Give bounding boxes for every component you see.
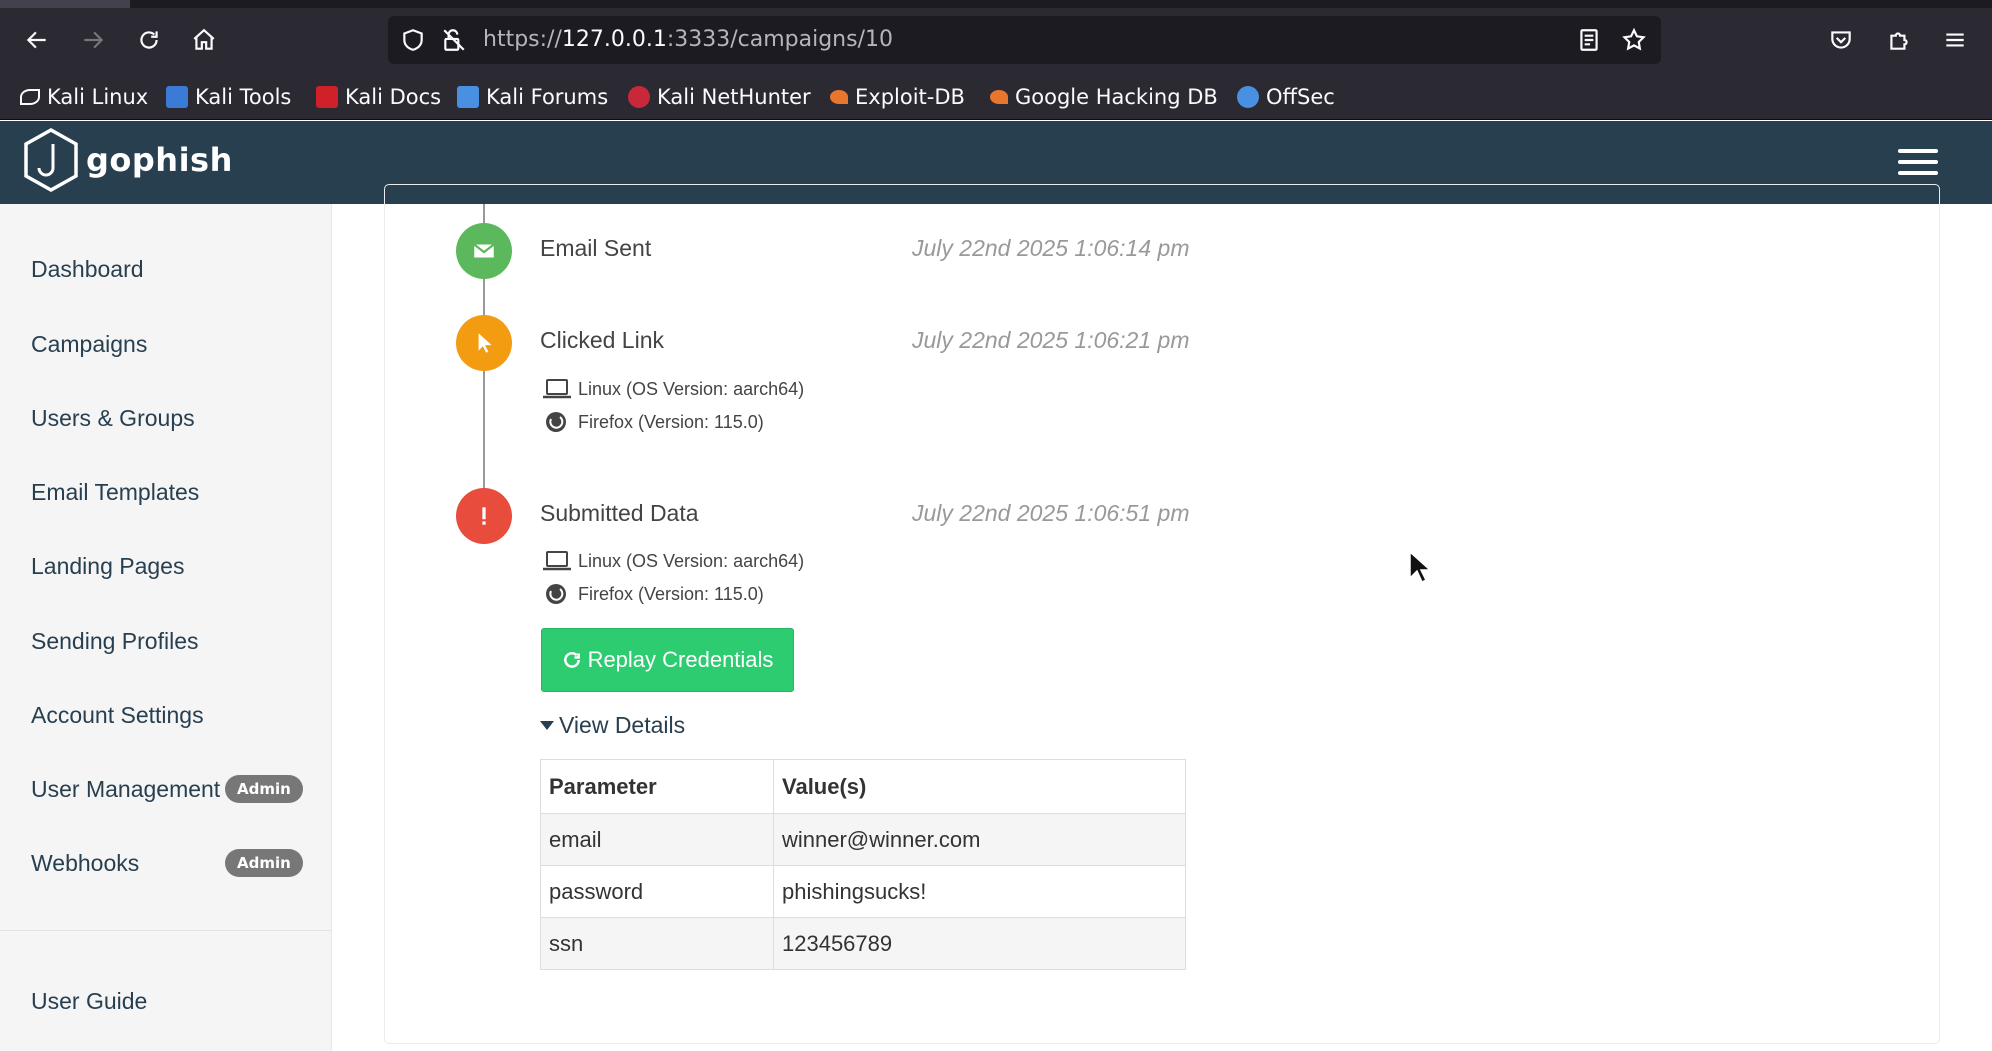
- brand-name[interactable]: gophish: [86, 141, 233, 179]
- event-os-detail: Linux (OS Version: aarch64): [542, 376, 804, 402]
- browser-toolbar: https://127.0.0.1:3333/campaigns/10: [0, 8, 1992, 74]
- reload-button[interactable]: [129, 20, 169, 60]
- reader-view-icon[interactable]: [1576, 27, 1602, 53]
- kali-tools-icon: [166, 86, 188, 108]
- gophish-logo-icon[interactable]: [22, 127, 80, 193]
- kali-docs-icon: [316, 86, 338, 108]
- url-text[interactable]: https://127.0.0.1:3333/campaigns/10: [483, 16, 893, 64]
- table-row: ssn 123456789: [540, 917, 1186, 970]
- firefox-icon: [546, 412, 566, 432]
- shield-icon[interactable]: [400, 27, 426, 53]
- sidebar-divider: [0, 930, 332, 931]
- bookmark-exploit-db[interactable]: Exploit-DB: [830, 82, 965, 112]
- bookmark-google-hacking-db[interactable]: Google Hacking DB: [990, 82, 1218, 112]
- caret-down-icon: [540, 720, 554, 730]
- table-row: password phishingsucks!: [540, 865, 1186, 918]
- kali-dragon-icon: [20, 89, 40, 105]
- home-icon: [193, 28, 215, 50]
- replay-credentials-button[interactable]: Replay Credentials: [541, 628, 794, 692]
- bookmark-kali-forums[interactable]: Kali Forums: [457, 82, 608, 112]
- event-timestamp: July 22nd 2025 1:06:21 pm: [912, 327, 1190, 353]
- back-button[interactable]: [17, 20, 57, 60]
- envelope-icon: [456, 223, 512, 279]
- exclamation-icon: [456, 488, 512, 544]
- nethunter-icon: [628, 86, 650, 108]
- bookmark-kali-nethunter[interactable]: Kali NetHunter: [628, 82, 811, 112]
- sidebar-item-user-guide[interactable]: User Guide: [31, 981, 147, 1021]
- app-menu-button[interactable]: [1935, 20, 1975, 60]
- puzzle-icon: [1890, 32, 1908, 50]
- event-timestamp: July 22nd 2025 1:06:14 pm: [912, 235, 1190, 261]
- table-row: email winner@winner.com: [540, 813, 1186, 866]
- mouse-cursor-icon: [1409, 550, 1432, 584]
- param-name: ssn: [540, 917, 774, 970]
- offsec-icon: [1237, 86, 1259, 108]
- admin-badge: Admin: [225, 775, 303, 803]
- tab-strip: [0, 0, 1992, 8]
- pointer-icon: [456, 315, 512, 371]
- sidebar-item-sending-profiles[interactable]: Sending Profiles: [31, 621, 199, 661]
- kali-forums-icon: [457, 86, 479, 108]
- home-button[interactable]: [184, 20, 224, 60]
- event-timestamp: July 22nd 2025 1:06:51 pm: [912, 500, 1190, 526]
- param-name: email: [540, 813, 774, 866]
- param-value: winner@winner.com: [773, 813, 1186, 866]
- bookmark-kali-tools[interactable]: Kali Tools: [166, 82, 291, 112]
- sidebar-item-user-management[interactable]: User Management: [31, 769, 220, 809]
- bookmark-kali-docs[interactable]: Kali Docs: [316, 82, 441, 112]
- sidebar-item-webhooks[interactable]: Webhooks: [31, 843, 139, 883]
- forward-arrow-icon: [84, 31, 104, 49]
- sidebar-item-users-groups[interactable]: Users & Groups: [31, 398, 195, 438]
- menu-icon: [1946, 33, 1964, 47]
- bookmark-kali-linux[interactable]: Kali Linux: [20, 82, 148, 112]
- refresh-icon: [563, 652, 580, 668]
- sidebar-item-landing-pages[interactable]: Landing Pages: [31, 546, 184, 586]
- ghdb-icon: [990, 90, 1008, 104]
- active-tab[interactable]: [0, 0, 130, 8]
- sidebar-item-dashboard[interactable]: Dashboard: [31, 249, 144, 289]
- param-value: phishingsucks!: [773, 865, 1186, 918]
- sidebar-item-email-templates[interactable]: Email Templates: [31, 472, 199, 512]
- pocket-button[interactable]: [1821, 20, 1861, 60]
- hamburger-menu-icon[interactable]: [1898, 149, 1938, 175]
- event-os-detail: Linux (OS Version: aarch64): [542, 548, 804, 574]
- bookmarks-bar: Kali Linux Kali Tools Kali Docs Kali For…: [0, 74, 1992, 120]
- pocket-icon: [1831, 31, 1851, 49]
- event-browser-detail: Firefox (Version: 115.0): [542, 409, 764, 435]
- reload-icon: [140, 31, 158, 49]
- submitted-data-table: Parameter Value(s) email winner@winner.c…: [540, 759, 1186, 970]
- column-header: Value(s): [773, 759, 1186, 814]
- table-header-row: Parameter Value(s): [540, 759, 1186, 814]
- admin-badge: Admin: [225, 849, 303, 877]
- laptop-icon: [543, 379, 571, 399]
- event-title: Clicked Link: [540, 327, 664, 353]
- lock-warning-icon[interactable]: [441, 27, 467, 53]
- bookmark-star-icon[interactable]: [1621, 27, 1647, 53]
- bookmark-offsec[interactable]: OffSec: [1237, 82, 1335, 112]
- back-arrow-icon: [26, 31, 46, 49]
- param-value: 123456789: [773, 917, 1186, 970]
- firefox-icon: [546, 584, 566, 604]
- event-title: Email Sent: [540, 235, 652, 261]
- url-bar[interactable]: https://127.0.0.1:3333/campaigns/10: [388, 16, 1661, 64]
- column-header: Parameter: [540, 759, 774, 814]
- laptop-icon: [543, 551, 571, 571]
- sidebar-item-account-settings[interactable]: Account Settings: [31, 695, 204, 735]
- extensions-button[interactable]: [1879, 20, 1919, 60]
- sidebar: Dashboard Campaigns Users & Groups Email…: [0, 204, 332, 1051]
- exploit-db-icon: [830, 90, 848, 104]
- forward-button[interactable]: [73, 20, 113, 60]
- view-details-toggle[interactable]: View Details: [540, 708, 685, 742]
- param-name: password: [540, 865, 774, 918]
- event-title: Submitted Data: [540, 500, 699, 526]
- sidebar-item-campaigns[interactable]: Campaigns: [31, 324, 147, 364]
- event-browser-detail: Firefox (Version: 115.0): [542, 581, 764, 607]
